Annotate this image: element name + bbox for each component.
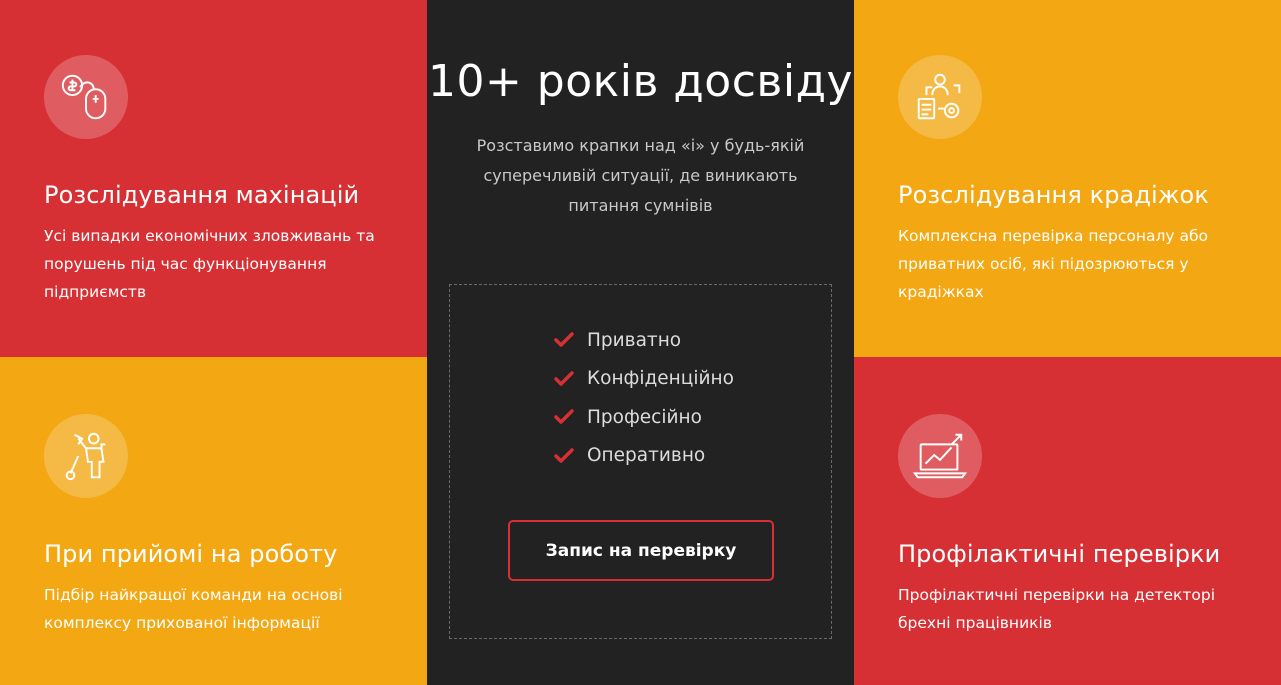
list-item: Професійно: [554, 398, 734, 437]
benefit-label: Професійно: [587, 406, 702, 428]
card-title: При прийомі на роботу: [44, 540, 338, 568]
card-text: Комплексна перевірка персоналу або прива…: [898, 227, 1209, 301]
benefit-label: Приватно: [587, 329, 682, 351]
list-item: Оперативно: [554, 437, 734, 476]
benefits-list: Приватно Конфіденційно Професійно Операт…: [554, 321, 734, 475]
card-title: Розслідування махінацій: [44, 181, 360, 209]
service-card-preventive: Профілактичні перевірки Профілактичні пе…: [854, 357, 1281, 685]
book-check-button[interactable]: Запис на перевірку: [508, 520, 774, 581]
benefits-box: Приватно Конфіденційно Професійно Операт…: [449, 284, 832, 639]
experience-subtitle: Розставимо крапки над «і» у будь-якій су…: [476, 136, 805, 215]
card-text: Усі випадки економічних зловживань та по…: [44, 227, 375, 301]
personnel-check-icon: [898, 55, 982, 139]
card-title: Розслідування крадіжок: [898, 181, 1209, 209]
check-icon: [554, 332, 574, 347]
benefit-label: Конфіденційно: [587, 368, 734, 390]
list-item: Приватно: [554, 321, 734, 360]
experience-heading: 10+ років досвіду: [427, 56, 854, 107]
benefit-label: Оперативно: [587, 445, 706, 467]
experience-panel: 10+ років досвіду Розставимо крапки над …: [427, 0, 854, 685]
service-card-theft: Розслідування крадіжок Комплексна переві…: [854, 0, 1281, 357]
card-title: Профілактичні перевірки: [898, 540, 1221, 568]
check-icon: [554, 409, 574, 424]
service-card-fraud: Розслідування махінацій Усі випадки екон…: [0, 0, 427, 357]
check-icon: [554, 448, 574, 463]
list-item: Конфіденційно: [554, 360, 734, 399]
card-text: Підбір найкращої команди на основі компл…: [44, 586, 343, 632]
worker-tools-icon: [44, 414, 128, 498]
laptop-chart-icon: [898, 414, 982, 498]
service-card-hiring: При прийомі на роботу Підбір найкращої к…: [0, 357, 427, 685]
check-icon: [554, 371, 574, 386]
money-mouse-icon: [44, 55, 128, 139]
card-text: Профілактичні перевірки на детекторі бре…: [898, 586, 1216, 632]
